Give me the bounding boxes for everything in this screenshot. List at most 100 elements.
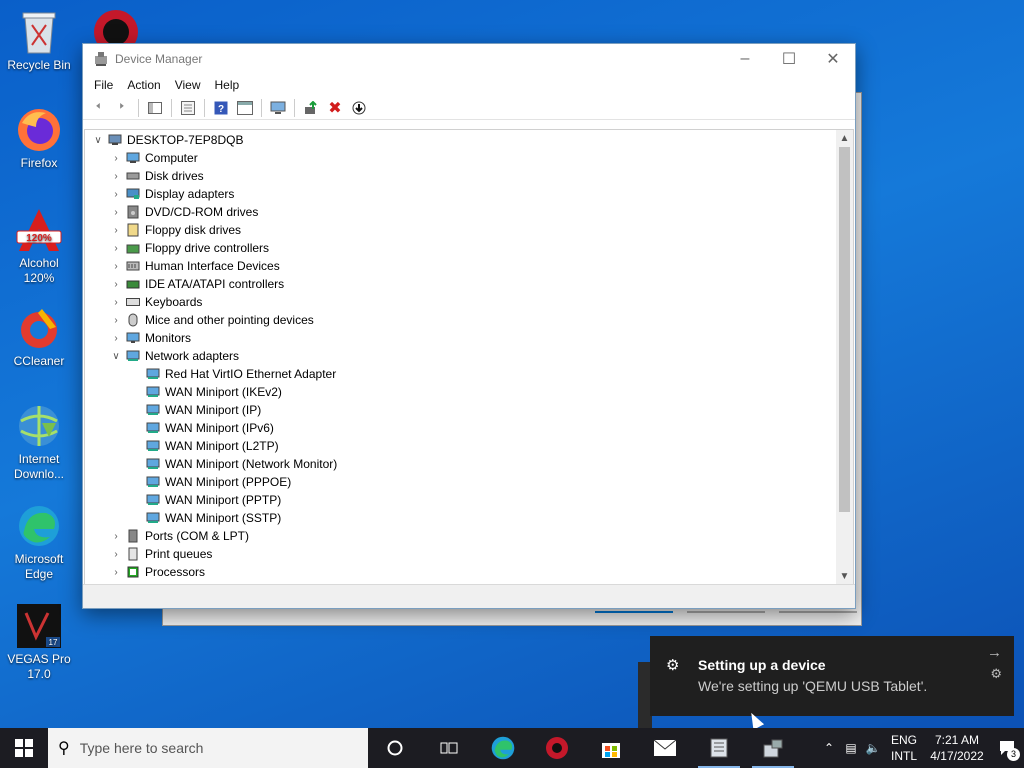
expand-chevron-icon[interactable]: › bbox=[109, 207, 123, 218]
desktop-icon-recycle-bin[interactable]: Recycle Bin bbox=[2, 8, 76, 73]
collapse-chevron-icon[interactable]: ∨ bbox=[109, 351, 123, 362]
tree-category-row[interactable]: › Mice and other pointing devices bbox=[85, 311, 836, 329]
volume-muted-icon[interactable]: 🔈 bbox=[862, 741, 884, 755]
scan-hardware-icon[interactable] bbox=[267, 98, 289, 118]
background-dialog-buttons bbox=[595, 611, 857, 615]
language-indicator[interactable]: ENG INTL bbox=[884, 732, 924, 764]
collapse-chevron-icon[interactable]: ∨ bbox=[91, 135, 105, 146]
tree-root[interactable]: ∨ DESKTOP-7EP8DQB bbox=[85, 131, 836, 149]
network-status-icon[interactable]: ▤ bbox=[840, 741, 862, 755]
network-adapter-row[interactable]: WAN Miniport (PPPOE) bbox=[85, 473, 836, 491]
tree-category-row[interactable]: › Keyboards bbox=[85, 293, 836, 311]
cortana-icon[interactable] bbox=[368, 728, 422, 768]
expand-chevron-icon[interactable]: › bbox=[109, 153, 123, 164]
maximize-button[interactable]: ☐ bbox=[767, 44, 811, 74]
task-view-icon[interactable] bbox=[422, 728, 476, 768]
expand-chevron-icon[interactable]: › bbox=[109, 297, 123, 308]
expand-chevron-icon[interactable]: › bbox=[109, 189, 123, 200]
recycle-bin-icon bbox=[15, 8, 63, 56]
network-adapter-row[interactable]: WAN Miniport (IP) bbox=[85, 401, 836, 419]
menu-file[interactable]: File bbox=[87, 78, 120, 92]
device-setup-notification[interactable]: ⚙ Setting up a device We're setting up '… bbox=[650, 636, 1014, 716]
taskbar-device-manager-icon[interactable] bbox=[692, 728, 746, 768]
mail-icon[interactable] bbox=[638, 728, 692, 768]
ccleaner-icon bbox=[15, 304, 63, 352]
help-icon[interactable]: ? bbox=[210, 98, 232, 118]
network-adapter-row[interactable]: WAN Miniport (PPTP) bbox=[85, 491, 836, 509]
desktop-icon-label: Alcohol 120% bbox=[19, 256, 59, 285]
tree-category-row[interactable]: › Processors bbox=[85, 563, 836, 581]
tree-category-row[interactable]: › Floppy drive controllers bbox=[85, 239, 836, 257]
store-icon[interactable] bbox=[584, 728, 638, 768]
network-adapter-row[interactable]: WAN Miniport (Network Monitor) bbox=[85, 455, 836, 473]
tree-category-row[interactable]: › IDE ATA/ATAPI controllers bbox=[85, 275, 836, 293]
expand-chevron-icon[interactable]: › bbox=[109, 171, 123, 182]
tree-item-label: DVD/CD-ROM drives bbox=[145, 205, 259, 219]
show-hidden-icons-chevron-icon[interactable]: ⌃ bbox=[818, 741, 840, 755]
network-adapter-row[interactable]: WAN Miniport (IPv6) bbox=[85, 419, 836, 437]
expand-chevron-icon[interactable]: › bbox=[109, 225, 123, 236]
network-icon bbox=[145, 385, 161, 399]
forward-icon[interactable]: 🢒 bbox=[111, 98, 133, 118]
tree-category-row[interactable]: › Ports (COM & LPT) bbox=[85, 527, 836, 545]
scroll-up-icon[interactable]: ▲ bbox=[836, 130, 853, 147]
tree-category-row[interactable]: › Display adapters bbox=[85, 185, 836, 203]
taskbar-setup-icon[interactable] bbox=[746, 728, 800, 768]
view-icon[interactable] bbox=[234, 98, 256, 118]
menu-view[interactable]: View bbox=[168, 78, 208, 92]
network-adapter-row[interactable]: WAN Miniport (SSTP) bbox=[85, 509, 836, 527]
vertical-scrollbar[interactable]: ▲ ▼ bbox=[836, 130, 853, 585]
scroll-down-icon[interactable]: ▼ bbox=[836, 568, 853, 585]
desktop-icon-ccleaner[interactable]: CCleaner bbox=[2, 304, 76, 369]
desktop-icon-internet-download[interactable]: Internet Downlo... bbox=[2, 402, 76, 482]
properties-icon[interactable] bbox=[177, 98, 199, 118]
expand-chevron-icon[interactable]: › bbox=[109, 243, 123, 254]
network-adapter-row[interactable]: Red Hat VirtIO Ethernet Adapter bbox=[85, 365, 836, 383]
desktop-icon-firefox[interactable]: Firefox bbox=[2, 106, 76, 171]
expand-chevron-icon[interactable]: › bbox=[109, 279, 123, 290]
expand-chevron-icon[interactable]: › bbox=[109, 567, 123, 578]
search-box[interactable]: ⚲ Type here to search bbox=[48, 728, 368, 768]
internet-download-icon bbox=[15, 402, 63, 450]
network-adapter-row[interactable]: WAN Miniport (L2TP) bbox=[85, 437, 836, 455]
expand-chevron-icon[interactable]: › bbox=[109, 531, 123, 542]
tree-category-row[interactable]: › Computer bbox=[85, 149, 836, 167]
app-shortcut-icon[interactable] bbox=[92, 8, 140, 54]
tree-category-row[interactable]: › Print queues bbox=[85, 545, 836, 563]
clock[interactable]: 7:21 AM 4/17/2022 bbox=[924, 732, 990, 764]
tree-category-row[interactable]: › Disk drives bbox=[85, 167, 836, 185]
vegas-pro-icon: 17 bbox=[15, 602, 63, 650]
tree-item-label: WAN Miniport (SSTP) bbox=[165, 511, 282, 525]
expand-chevron-icon[interactable]: › bbox=[109, 261, 123, 272]
desktop-icon-alcohol[interactable]: 120% Alcohol 120% bbox=[2, 206, 76, 286]
menu-help[interactable]: Help bbox=[208, 78, 247, 92]
close-button[interactable]: ✕ bbox=[811, 44, 855, 74]
notification-settings-icon[interactable]: ⚙ bbox=[990, 666, 1002, 682]
update-driver-icon[interactable] bbox=[300, 98, 322, 118]
menu-action[interactable]: Action bbox=[120, 78, 167, 92]
tree-category-row[interactable]: › Floppy disk drives bbox=[85, 221, 836, 239]
tree-category-row[interactable]: ∨ Network adapters bbox=[85, 347, 836, 365]
title-bar[interactable]: Device Manager – ☐ ✕ bbox=[83, 44, 855, 74]
show-hide-console-tree-icon[interactable] bbox=[144, 98, 166, 118]
disable-device-icon[interactable] bbox=[348, 98, 370, 118]
tree-category-row[interactable]: › Human Interface Devices bbox=[85, 257, 836, 275]
expand-arrow-icon[interactable]: → bbox=[987, 644, 1002, 661]
desktop-icon-vegas-pro[interactable]: 17 VEGAS Pro 17.0 bbox=[2, 602, 76, 682]
tree-category-row[interactable]: › Monitors bbox=[85, 329, 836, 347]
uninstall-device-icon[interactable]: ✖ bbox=[324, 98, 346, 118]
back-icon[interactable]: 🢐 bbox=[87, 98, 109, 118]
minimize-button[interactable]: – bbox=[723, 44, 767, 74]
expand-chevron-icon[interactable]: › bbox=[109, 549, 123, 560]
desktop-icon-edge[interactable]: Microsoft Edge bbox=[2, 502, 76, 582]
taskbar-app-icon[interactable] bbox=[530, 728, 584, 768]
expand-chevron-icon[interactable]: › bbox=[109, 333, 123, 344]
start-button[interactable] bbox=[0, 728, 48, 768]
taskbar-edge-icon[interactable] bbox=[476, 728, 530, 768]
tree-category-row[interactable]: › DVD/CD-ROM drives bbox=[85, 203, 836, 221]
scroll-thumb[interactable] bbox=[839, 147, 850, 512]
action-center-button[interactable]: 3 bbox=[990, 728, 1024, 768]
expand-chevron-icon[interactable]: › bbox=[109, 315, 123, 326]
network-icon bbox=[145, 439, 161, 453]
network-adapter-row[interactable]: WAN Miniport (IKEv2) bbox=[85, 383, 836, 401]
